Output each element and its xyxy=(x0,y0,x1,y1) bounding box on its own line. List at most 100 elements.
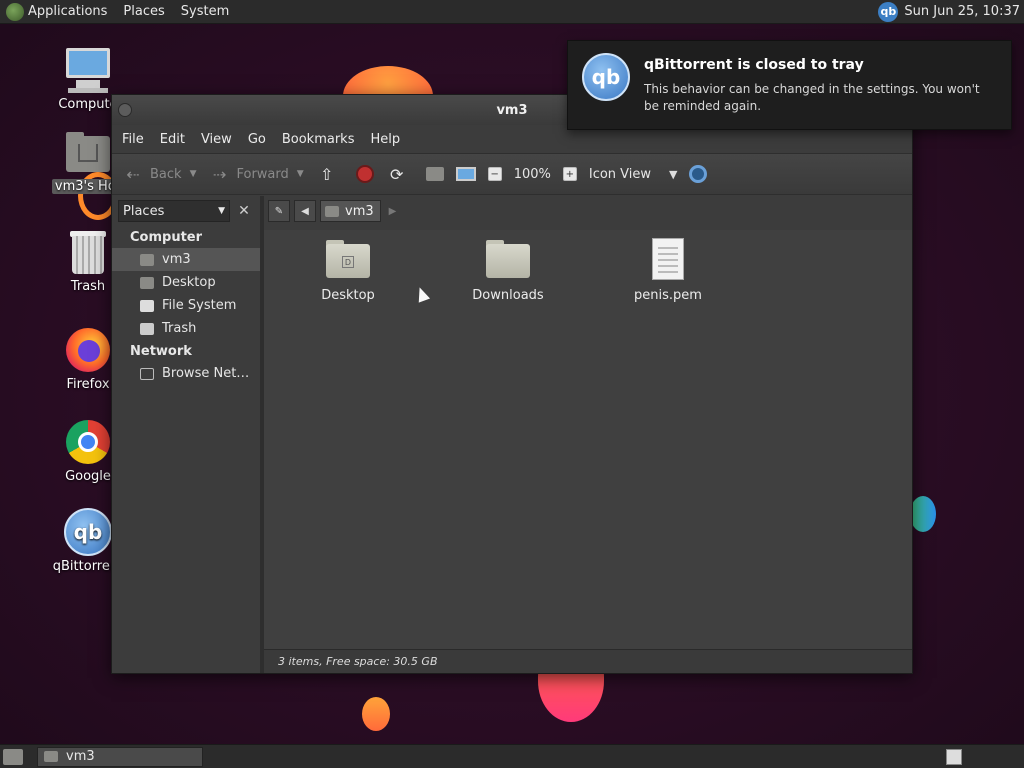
edit-icon: ✎ xyxy=(274,205,284,217)
main-pane: ✎ ◀ vm3 ▶ D Desktop Downloads penis.pem … xyxy=(264,196,912,673)
search-icon xyxy=(689,165,708,183)
up-button[interactable]: ⇧ xyxy=(316,165,344,184)
forward-history-dropdown[interactable]: ▼ xyxy=(297,169,304,179)
menu-help[interactable]: Help xyxy=(362,132,408,147)
sidebar-section-computer: Computer xyxy=(130,230,203,245)
qbittorrent-icon: qb xyxy=(582,53,630,101)
home-button[interactable] xyxy=(425,167,444,181)
home-folder-icon xyxy=(140,253,154,266)
sidebar-item-vm3[interactable]: vm3 xyxy=(112,248,260,271)
view-mode-select[interactable]: Icon View ▼ xyxy=(589,167,678,182)
wallpaper-shape xyxy=(910,496,936,532)
notification-text: qBittorrent is closed to tray This behav… xyxy=(644,53,997,117)
drive-icon xyxy=(140,299,154,312)
home-folder-icon xyxy=(325,205,339,217)
sidebar-type-label: Places xyxy=(123,203,165,219)
computer-icon xyxy=(455,167,476,181)
file-name: Desktop xyxy=(321,288,375,303)
sidebar-item-label: Trash xyxy=(162,321,197,336)
file-name: penis.pem xyxy=(634,288,702,303)
forward-arrow-icon: ⇢ xyxy=(212,164,227,184)
zoom-out-icon: − xyxy=(487,167,502,181)
path-back-button[interactable]: ◀ xyxy=(294,200,316,222)
chrome-icon xyxy=(64,418,112,466)
menu-bookmarks[interactable]: Bookmarks xyxy=(274,132,363,147)
file-item-desktop[interactable]: D Desktop xyxy=(293,238,403,303)
taskbar-item-label: vm3 xyxy=(66,749,95,764)
file-item-downloads[interactable]: Downloads xyxy=(453,238,563,303)
toolbar: ⇠ Back ▼ ⇢ Forward ▼ ⇧ ⟳ − 100% + Icon V… xyxy=(112,153,912,195)
back-history-dropdown[interactable]: ▼ xyxy=(190,169,197,179)
network-icon xyxy=(140,367,154,380)
show-desktop-icon[interactable] xyxy=(3,748,23,765)
icon-view[interactable]: D Desktop Downloads penis.pem xyxy=(264,230,912,649)
sidebar-item-filesystem[interactable]: File System xyxy=(112,294,260,317)
desktop-icon-label: Compute xyxy=(58,97,118,112)
distro-logo-icon[interactable] xyxy=(6,2,24,21)
sidebar-item-trash[interactable]: Trash xyxy=(112,317,260,340)
desktop-icon-label: Firefox xyxy=(66,377,110,392)
home-folder-icon xyxy=(64,128,112,176)
window-content: Places ▼ ✕ Computer vm3 Desktop File Sys… xyxy=(112,196,912,673)
notification-title: qBittorrent is closed to tray xyxy=(644,57,864,73)
qbittorrent-icon: qb xyxy=(64,508,112,556)
location-bar: ✎ ◀ vm3 ▶ xyxy=(264,196,912,226)
chevron-left-icon: ◀ xyxy=(301,205,309,217)
forward-button[interactable]: ⇢ Forward ▼ xyxy=(208,164,304,184)
close-icon[interactable]: ✕ xyxy=(234,203,254,219)
document-icon xyxy=(646,238,690,280)
menu-edit[interactable]: Edit xyxy=(152,132,193,147)
back-arrow-icon: ⇠ xyxy=(126,164,140,184)
file-item-pem[interactable]: penis.pem xyxy=(613,238,723,303)
menu-applications[interactable]: Applications xyxy=(24,0,115,24)
toggle-location-entry-button[interactable]: ✎ xyxy=(268,200,290,222)
stop-button[interactable] xyxy=(355,165,374,183)
computer-icon xyxy=(64,46,112,94)
breadcrumb-label: vm3 xyxy=(345,203,374,219)
trash-icon xyxy=(64,228,112,276)
sidebar-type-select[interactable]: Places ▼ xyxy=(118,200,230,222)
forward-label: Forward xyxy=(236,166,289,182)
menu-places[interactable]: Places xyxy=(115,0,172,24)
qbittorrent-tray-icon[interactable]: qb xyxy=(878,1,899,22)
top-panel: Applications Places System qb Sun Jun 25… xyxy=(0,0,1024,24)
chevron-right-icon[interactable]: ▶ xyxy=(389,206,397,217)
file-manager-window: vm3 File Edit View Go Bookmarks Help ⇠ B… xyxy=(111,94,913,674)
zoom-in-button[interactable]: + xyxy=(562,167,577,181)
desktop-folder-icon: D xyxy=(326,238,370,280)
zoom-out-button[interactable]: − xyxy=(487,167,502,181)
taskbar-item-vm3[interactable]: vm3 xyxy=(37,746,203,767)
reload-button[interactable]: ⟳ xyxy=(386,165,414,184)
sidebar-header: Places ▼ ✕ xyxy=(112,196,260,226)
sidebar-item-label: Desktop xyxy=(162,275,216,290)
sidebar-item-desktop[interactable]: Desktop xyxy=(112,271,260,294)
desktop-icon-label: Google xyxy=(65,469,111,484)
workspace-switcher[interactable] xyxy=(946,748,962,765)
chevron-down-icon: ▼ xyxy=(669,167,678,181)
computer-button[interactable] xyxy=(455,167,476,181)
desktop-icon-label: Trash xyxy=(70,279,106,294)
view-mode-label: Icon View xyxy=(588,166,652,182)
sidebar: Places ▼ ✕ Computer vm3 Desktop File Sys… xyxy=(112,196,264,673)
notification-popup[interactable]: qb qBittorrent is closed to tray This be… xyxy=(567,40,1012,130)
notification-body: This behavior can be changed in the sett… xyxy=(644,82,980,113)
chevron-down-icon: ▼ xyxy=(218,206,225,216)
menu-go[interactable]: Go xyxy=(240,132,274,147)
bottom-panel: vm3 xyxy=(0,744,1024,768)
zoom-in-icon: + xyxy=(562,167,577,181)
sidebar-item-browse-network[interactable]: Browse Net… xyxy=(112,362,260,385)
sidebar-item-label: Browse Net… xyxy=(162,366,250,381)
menu-file[interactable]: File xyxy=(114,132,152,147)
back-label: Back xyxy=(150,166,182,182)
up-arrow-icon: ⇧ xyxy=(319,164,334,184)
back-button[interactable]: ⇠ Back ▼ xyxy=(122,165,196,184)
panel-tray: qb Sun Jun 25, 10:37 xyxy=(878,0,1024,24)
clock[interactable]: Sun Jun 25, 10:37 xyxy=(904,4,1024,19)
breadcrumb-current[interactable]: vm3 xyxy=(320,200,381,222)
menu-view[interactable]: View xyxy=(193,132,240,147)
trash-icon xyxy=(140,322,154,335)
menu-system[interactable]: System xyxy=(173,0,237,24)
search-button[interactable] xyxy=(689,165,708,183)
sidebar-item-label: vm3 xyxy=(162,252,191,267)
zoom-level[interactable]: 100% xyxy=(514,167,551,182)
